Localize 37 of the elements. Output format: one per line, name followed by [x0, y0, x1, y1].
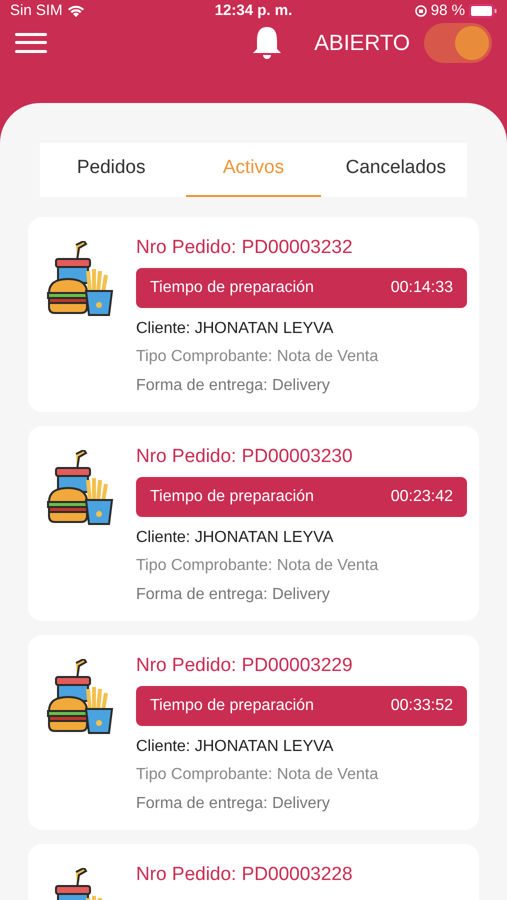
clock-time: 12:34 p. m.: [214, 1, 292, 21]
status-label: ABIERTO: [314, 29, 410, 57]
client-name: Cliente: JHONATAN LEYVA: [136, 736, 334, 756]
fast-food-icon: [46, 240, 116, 316]
menu-button[interactable]: [15, 30, 47, 54]
timer-label: Tiempo de preparación: [150, 278, 314, 298]
orientation-lock-icon: [414, 5, 427, 18]
order-card[interactable]: Nro Pedido: PD00003232 Tiempo de preparación 00:14:33 Cliente: JHONATAN LEYVA Tipo Comprobante: Nota de Venta Forma de entrega: Delivery: [28, 216, 479, 412]
tab[interactable]: Cancelados: [328, 142, 463, 196]
open-toggle[interactable]: [424, 22, 492, 62]
timer-value: 00:23:42: [390, 486, 453, 506]
receipt-type: Tipo Comprobante: Nota de Venta: [136, 764, 380, 784]
carrier-label: Sin SIM: [10, 1, 63, 21]
order-card[interactable]: Nro Pedido: PD00003230 Tiempo de preparación 00:23:42 Cliente: JHONATAN LEYVA Tipo Comprobante: Nota de Venta Forma de entrega: Delivery: [28, 426, 479, 620]
timer-label: Tiempo de preparación: [150, 696, 314, 716]
order-number: Nro Pedido: PD00003228: [136, 862, 354, 886]
timer-value: 00:14:33: [390, 278, 453, 298]
order-number: Nro Pedido: PD00003232: [136, 236, 354, 260]
fast-food-icon: [46, 658, 116, 734]
fast-food-icon: [46, 450, 116, 526]
delivery-method: Forma de entrega: Delivery: [136, 376, 331, 396]
client-name: Cliente: JHONATAN LEYVA: [136, 528, 334, 548]
receipt-type: Tipo Comprobante: Nota de Venta: [136, 346, 380, 366]
delivery-method: Forma de entrega: Delivery: [136, 794, 331, 814]
tab[interactable]: Pedidos: [44, 142, 178, 196]
wifi-icon: [66, 4, 85, 18]
order-number: Nro Pedido: PD00003230: [136, 444, 354, 468]
client-name: Cliente: JHONATAN LEYVA: [136, 318, 334, 338]
battery-icon: [468, 4, 497, 18]
battery-percent: 98 %: [430, 1, 465, 21]
delivery-method: Forma de entrega: Delivery: [136, 584, 331, 604]
order-number: Nro Pedido: PD00003229: [136, 654, 354, 678]
timer-label: Tiempo de preparación: [150, 486, 314, 506]
receipt-type: Tipo Comprobante: Nota de Venta: [136, 556, 380, 576]
order-card[interactable]: Nro Pedido: PD00003229 Tiempo de preparación 00:33:52 Cliente: JHONATAN LEYVA Tipo Comprobante: Nota de Venta Forma de entrega: Delivery: [28, 634, 479, 830]
order-card[interactable]: Nro Pedido: PD00003228: [28, 844, 479, 900]
timer-value: 00:33:52: [390, 696, 453, 716]
